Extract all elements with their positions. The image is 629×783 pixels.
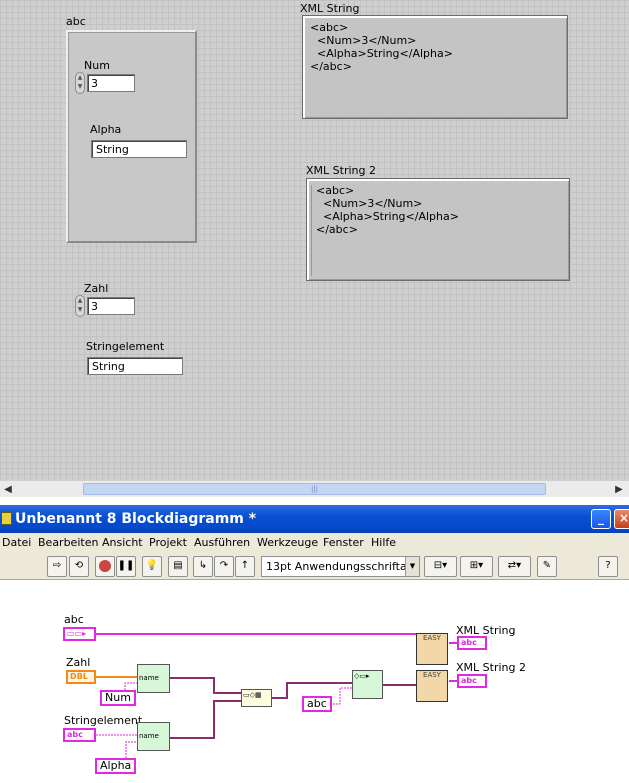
menu-fenster[interactable]: Fenster bbox=[323, 536, 364, 549]
xml-string-2-indicator[interactable]: <abc> <Num>3</Num> <Alpha>String</Alpha>… bbox=[306, 178, 570, 281]
bd-abc-terminal[interactable]: ▭▭▸ bbox=[63, 627, 96, 641]
menu-hilfe[interactable]: Hilfe bbox=[371, 536, 396, 549]
name-text-1: name bbox=[139, 674, 159, 682]
highlight-execution-icon[interactable]: 💡 bbox=[142, 556, 162, 577]
bd-stringelement-label: Stringelement bbox=[64, 714, 143, 727]
front-panel: abc Num ▲ ▼ 3 Alpha String Zahl ▲ ▼ 3 Stri… bbox=[0, 0, 629, 480]
bd-zahl-label: Zahl bbox=[66, 656, 91, 669]
reorder-icon[interactable]: ⇄▾ bbox=[498, 556, 531, 577]
window-title-bar[interactable]: Unbenannt 8 Blockdiagramm * _ × bbox=[0, 505, 629, 533]
labview-app-icon bbox=[1, 512, 12, 525]
help-button[interactable]: ? bbox=[598, 556, 618, 577]
easy-xml-vi-1[interactable]: EASY bbox=[416, 633, 448, 665]
scroll-thumb[interactable]: ||| bbox=[83, 483, 546, 495]
num-label: Num bbox=[84, 59, 110, 72]
window-title: Unbenannt 8 Blockdiagramm * bbox=[15, 511, 257, 527]
menu-ansicht[interactable]: Ansicht bbox=[102, 536, 143, 549]
zahl-field[interactable]: 3 bbox=[87, 297, 135, 315]
num-spinner-icon[interactable]: ▲ ▼ bbox=[75, 72, 85, 94]
to-variant-node-1[interactable]: name bbox=[137, 664, 170, 693]
step-over-icon[interactable]: ↷ bbox=[214, 556, 234, 577]
stringelement-label: Stringelement bbox=[86, 340, 165, 353]
chevron-down-icon: ▼ bbox=[405, 557, 419, 576]
pause-icon[interactable]: ❚❚ bbox=[116, 556, 136, 577]
easy-xml-vi-2[interactable]: EASY bbox=[416, 670, 448, 702]
scroll-track bbox=[311, 185, 314, 276]
step-out-icon[interactable]: ↑ bbox=[235, 556, 255, 577]
arrow-left-icon[interactable]: ◀ bbox=[1, 483, 15, 496]
xml-string-label: XML String bbox=[300, 2, 360, 15]
bd-num-const[interactable]: Num bbox=[100, 690, 136, 706]
menu-datei[interactable]: Datei bbox=[2, 536, 31, 549]
step-into-icon[interactable]: ↳ bbox=[193, 556, 213, 577]
menu-werkzeuge[interactable]: Werkzeuge bbox=[257, 536, 318, 549]
bd-xml-string-2-label: XML String 2 bbox=[456, 661, 526, 674]
zahl-spinner-icon[interactable]: ▲ ▼ bbox=[75, 295, 85, 317]
easy-text-1: EASY bbox=[423, 634, 441, 642]
bd-abc-const[interactable]: abc bbox=[302, 696, 332, 712]
name-text-2: name bbox=[139, 732, 159, 740]
alpha-label: Alpha bbox=[90, 123, 122, 136]
zahl-label: Zahl bbox=[84, 282, 109, 295]
bd-stringelement-terminal[interactable]: abc bbox=[63, 728, 96, 742]
bd-xml-string-2-terminal[interactable]: abc bbox=[457, 674, 487, 688]
retain-wire-values-icon[interactable]: ▤ bbox=[168, 556, 188, 577]
bd-abc-label: abc bbox=[64, 613, 84, 626]
menu-ausfuehren[interactable]: Ausführen bbox=[194, 536, 250, 549]
cleanup-diagram-icon[interactable]: ✎ bbox=[537, 556, 557, 577]
to-variant-node-2[interactable]: name bbox=[137, 722, 170, 751]
xml-string-2-value: <abc> <Num>3</Num> <Alpha>String</Alpha>… bbox=[316, 184, 459, 236]
menu-bar: Datei Bearbeiten Ansicht Projekt Ausführ… bbox=[0, 533, 629, 553]
close-button[interactable]: × bbox=[614, 509, 629, 529]
menu-bearbeiten[interactable]: Bearbeiten bbox=[38, 536, 98, 549]
cluster-label: abc bbox=[66, 15, 86, 28]
arrow-right-icon[interactable]: ▶ bbox=[612, 483, 626, 496]
easy-text-2: EASY bbox=[423, 671, 441, 679]
run-continuous-icon[interactable]: ⟲ bbox=[69, 556, 89, 577]
abort-icon[interactable] bbox=[95, 556, 115, 577]
bd-zahl-terminal[interactable]: DBL bbox=[66, 670, 96, 684]
xml-string-value: <abc> <Num>3</Num> <Alpha>String</Alpha>… bbox=[310, 21, 453, 73]
xml-string-2-label: XML String 2 bbox=[306, 164, 376, 177]
wire-variant-2 bbox=[170, 700, 241, 739]
toolbar: ⇨ ⟲ ❚❚ 💡 ▤ ↳ ↷ ↑ 13pt Anwendungsschrifta… bbox=[0, 553, 629, 580]
distribute-objects-icon[interactable]: ⊞▾ bbox=[460, 556, 493, 577]
num-field[interactable]: 3 bbox=[87, 74, 135, 92]
xml-string-indicator[interactable]: <abc> <Num>3</Num> <Alpha>String</Alpha>… bbox=[302, 15, 568, 119]
wire-variant-1 bbox=[170, 677, 241, 694]
menu-projekt[interactable]: Projekt bbox=[149, 536, 187, 549]
block-diagram: abc ▭▭▸ Zahl DBL Num Stringelement abc A… bbox=[0, 580, 629, 783]
run-arrow-icon[interactable]: ⇨ bbox=[47, 556, 67, 577]
horizontal-scrollbar[interactable]: ◀ ||| ▶ bbox=[0, 480, 629, 497]
variant-convert-node[interactable]: ◇▭▸ bbox=[352, 670, 383, 699]
bundle-node[interactable]: ▭◇▦ bbox=[241, 689, 272, 707]
bd-xml-string-terminal[interactable]: abc bbox=[457, 636, 487, 650]
alpha-field[interactable]: String bbox=[91, 140, 187, 158]
font-select[interactable]: 13pt Anwendungsschriftart ▼ bbox=[261, 556, 420, 577]
bd-alpha-const[interactable]: Alpha bbox=[95, 758, 137, 774]
stringelement-field[interactable]: String bbox=[87, 357, 183, 375]
minimize-button[interactable]: _ bbox=[591, 509, 611, 529]
font-select-value: 13pt Anwendungsschriftart bbox=[266, 560, 416, 573]
align-objects-icon[interactable]: ⊟▾ bbox=[424, 556, 457, 577]
